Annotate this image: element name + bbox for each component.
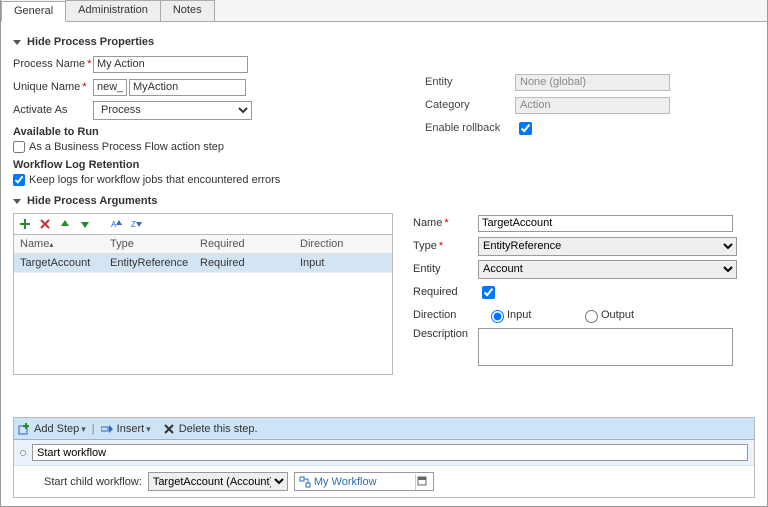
- tab-general[interactable]: General: [1, 1, 66, 22]
- child-workflow-label: Start child workflow:: [44, 476, 142, 488]
- unique-name-label: Unique Name*: [13, 81, 93, 93]
- available-to-run-header: Available to Run: [13, 126, 395, 138]
- direction-input-radio[interactable]: [491, 310, 504, 323]
- svg-text:A: A: [111, 220, 117, 229]
- rollback-label: Enable rollback: [425, 122, 515, 134]
- insert-icon: [101, 423, 113, 435]
- bpf-step-checkbox[interactable]: [13, 141, 25, 153]
- log-retention-header: Workflow Log Retention: [13, 159, 395, 171]
- rollback-checkbox[interactable]: [519, 122, 532, 135]
- step-detail: Start child workflow: TargetAccount (Acc…: [14, 465, 754, 497]
- args-toolbar: A Z: [13, 213, 393, 235]
- section-title: Hide Process Arguments: [27, 195, 157, 207]
- sort-desc-icon[interactable]: Z: [130, 217, 144, 231]
- arg-required-checkbox[interactable]: [482, 286, 495, 299]
- direction-input-label: Input: [507, 309, 572, 321]
- workflow-lookup[interactable]: My Workflow: [294, 472, 434, 491]
- section-process-properties[interactable]: Hide Process Properties: [13, 36, 755, 48]
- arg-entity-label: Entity: [413, 263, 478, 275]
- arguments-grid[interactable]: Name▴ Type Required Direction TargetAcco…: [13, 235, 393, 375]
- move-down-icon[interactable]: [78, 217, 92, 231]
- table-row[interactable]: TargetAccount EntityReference Required I…: [14, 254, 392, 273]
- arg-description-textarea[interactable]: [478, 328, 733, 366]
- bpf-step-label: As a Business Process Flow action step: [29, 141, 224, 153]
- workflow-icon: [299, 476, 311, 488]
- steps-toolbar: Add Step | Insert Delete this step.: [14, 418, 754, 440]
- entity-label: Entity: [425, 76, 515, 88]
- delete-icon[interactable]: [38, 217, 52, 231]
- category-value: Action: [515, 97, 670, 114]
- step-row[interactable]: [14, 440, 754, 465]
- log-retention-checkbox[interactable]: [13, 174, 25, 186]
- activate-as-select[interactable]: Process: [93, 101, 252, 120]
- section-title: Hide Process Properties: [27, 36, 154, 48]
- section-process-arguments[interactable]: Hide Process Arguments: [13, 195, 755, 207]
- arg-name-input[interactable]: [478, 215, 733, 232]
- arg-type-select[interactable]: EntityReference: [478, 237, 737, 256]
- arg-direction-label: Direction: [413, 309, 478, 321]
- arg-required-label: Required: [413, 286, 478, 298]
- svg-text:Z: Z: [131, 220, 136, 229]
- delete-step-button[interactable]: Delete this step.: [179, 423, 258, 435]
- add-step-button[interactable]: Add Step: [34, 423, 86, 435]
- tab-administration[interactable]: Administration: [65, 0, 161, 21]
- lookup-icon[interactable]: [415, 474, 431, 490]
- sort-asc-icon[interactable]: A: [110, 217, 124, 231]
- add-icon[interactable]: [18, 217, 32, 231]
- unique-prefix-input[interactable]: [93, 79, 127, 96]
- tab-notes[interactable]: Notes: [160, 0, 215, 21]
- delete-step-icon: [163, 423, 175, 435]
- move-up-icon[interactable]: [58, 217, 72, 231]
- log-retention-label: Keep logs for workflow jobs that encount…: [29, 174, 280, 186]
- unique-name-input[interactable]: [129, 79, 246, 96]
- collapse-icon: [13, 40, 21, 45]
- direction-output-label: Output: [601, 309, 666, 321]
- process-name-input[interactable]: [93, 56, 248, 73]
- entity-value: None (global): [515, 74, 670, 91]
- collapse-icon: [13, 199, 21, 204]
- arg-type-label: Type*: [413, 240, 478, 252]
- arg-name-label: Name*: [413, 217, 478, 229]
- category-label: Category: [425, 99, 515, 111]
- arg-entity-select[interactable]: Account: [478, 260, 737, 279]
- workflow-name: My Workflow: [314, 476, 377, 488]
- grid-header: Name▴ Type Required Direction: [14, 235, 392, 254]
- step-bullet-icon: [20, 450, 26, 456]
- activate-as-label: Activate As: [13, 104, 93, 116]
- arg-description-label: Description: [413, 328, 478, 340]
- add-step-icon: [18, 423, 30, 435]
- child-workflow-entity-select[interactable]: TargetAccount (Account): [148, 472, 288, 491]
- step-title-input[interactable]: [32, 444, 748, 461]
- insert-button[interactable]: Insert: [117, 423, 151, 435]
- direction-output-radio[interactable]: [585, 310, 598, 323]
- process-name-label: Process Name*: [13, 58, 93, 70]
